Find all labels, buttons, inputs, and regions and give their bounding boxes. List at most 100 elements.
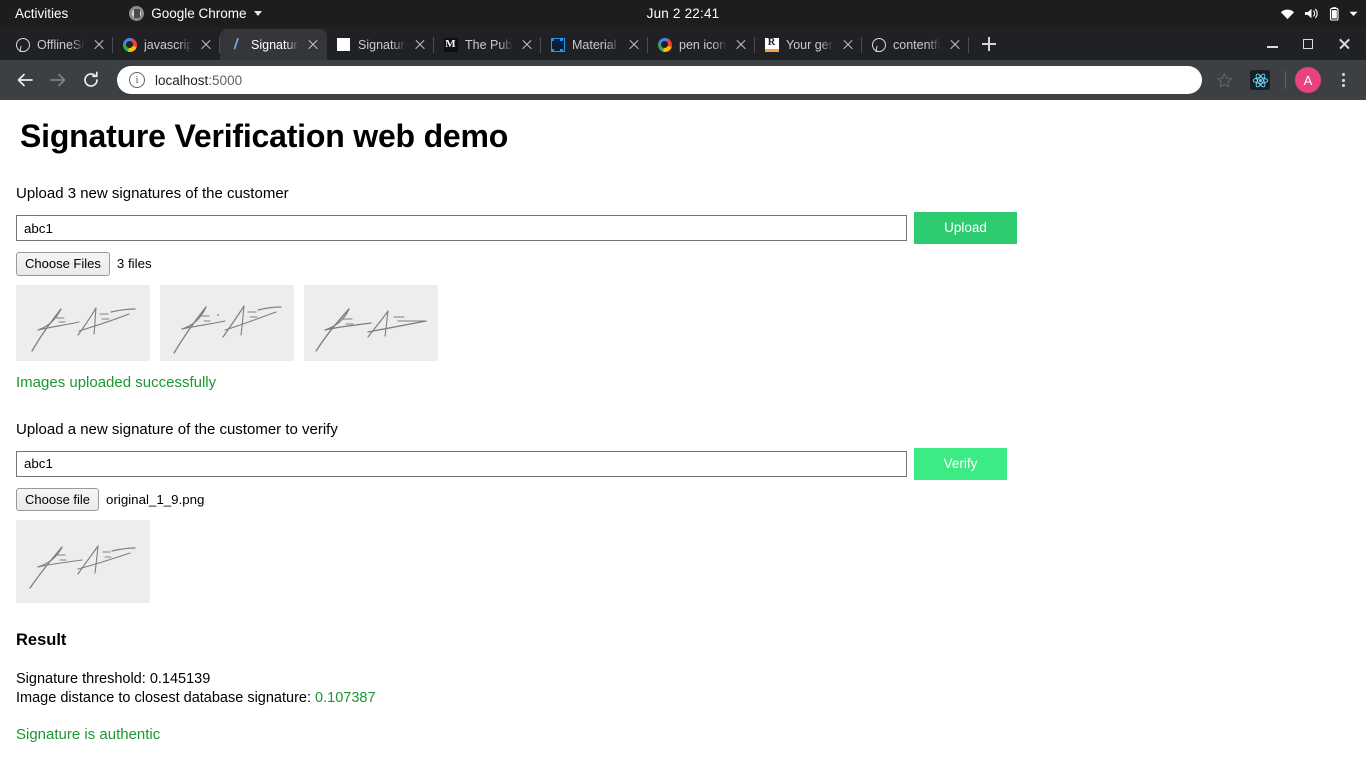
upload-section-label: Upload 3 new signatures of the customer	[16, 185, 289, 202]
url-text: localhost:5000	[155, 73, 242, 88]
tab-title: Your gene	[786, 37, 834, 52]
bookmark-button[interactable]	[1211, 67, 1237, 93]
google-icon	[122, 37, 137, 52]
close-icon[interactable]	[520, 38, 534, 52]
wifi-icon	[1280, 9, 1295, 20]
kebab-menu-icon[interactable]	[1330, 67, 1356, 93]
verdict-message: Signature is authentic	[16, 726, 161, 744]
info-circle-icon[interactable]: i	[129, 72, 145, 88]
toolbar-divider	[1285, 71, 1286, 89]
signature-image	[16, 520, 150, 604]
battery-icon	[1329, 6, 1339, 21]
upload-customer-input[interactable]	[16, 215, 907, 241]
signature-thumbnail[interactable]	[304, 284, 438, 361]
tab-title: Signature	[251, 37, 299, 52]
browser-tab-1[interactable]: OfflineSig	[6, 29, 113, 60]
verify-signature-thumbnail[interactable]	[16, 520, 150, 604]
r-brand-icon: R	[764, 37, 779, 52]
threshold-value: 0.145139	[149, 671, 211, 688]
choose-files-button[interactable]: Choose Files	[16, 252, 110, 276]
window-controls	[1254, 27, 1362, 60]
clock[interactable]: Jun 2 22:41	[647, 6, 720, 21]
signature-thumbnail[interactable]	[16, 284, 150, 361]
signature-image	[160, 284, 294, 361]
verify-file-row: Choose file original_1_9.png	[16, 487, 1350, 512]
slash-icon: /	[233, 36, 240, 53]
close-icon[interactable]	[413, 38, 427, 52]
upload-button[interactable]: Upload	[914, 212, 1017, 244]
close-icon[interactable]	[199, 38, 213, 52]
white-square-icon	[336, 37, 351, 52]
chevron-down-icon	[1349, 11, 1358, 16]
verify-thumbnail-wrap	[16, 520, 1350, 604]
google-icon	[657, 37, 672, 52]
close-icon[interactable]	[734, 38, 748, 52]
forward-button[interactable]	[43, 65, 73, 95]
close-icon[interactable]	[627, 38, 641, 52]
activities-button[interactable]: Activities	[9, 4, 74, 23]
verify-customer-input[interactable]	[16, 450, 907, 477]
browser-tab-3-active[interactable]: / Signature	[220, 29, 327, 60]
tab-title: javascript	[144, 37, 192, 52]
desktop-top-bar: Activities Google Chrome Jun 2 22:41	[0, 0, 1366, 27]
browser-tab-2[interactable]: javascript	[113, 29, 220, 60]
verify-file-name: original_1_9.png	[106, 491, 205, 507]
maximize-button[interactable]	[1290, 27, 1326, 60]
signature-thumbnail[interactable]	[160, 284, 294, 361]
material-design-icon	[550, 37, 565, 52]
tab-list: OfflineSig javascript / Signature Signat…	[0, 27, 1003, 60]
signature-image	[304, 284, 438, 361]
upload-input-row: Upload	[16, 212, 1350, 244]
tab-title: Signature	[358, 37, 406, 52]
back-arrow-icon	[17, 73, 33, 87]
browser-tab-6[interactable]: Material D	[541, 29, 648, 60]
minimize-button[interactable]	[1254, 27, 1290, 60]
verify-button[interactable]: Verify	[914, 447, 1007, 480]
distance-value: 0.107387	[315, 689, 376, 706]
upload-file-status: 3 files	[116, 256, 152, 272]
back-button[interactable]	[10, 65, 40, 95]
verify-section-label: Upload a new signature of the customer t…	[16, 420, 338, 438]
github-icon	[871, 37, 886, 52]
page-content: Signature Verification web demo Upload 3…	[0, 100, 1366, 768]
close-icon[interactable]	[92, 38, 106, 52]
close-icon[interactable]	[948, 38, 962, 52]
app-menu-chrome[interactable]: Google Chrome	[129, 6, 262, 21]
url-port: :5000	[208, 72, 243, 88]
upload-success-message: Images uploaded successfully	[16, 373, 217, 391]
browser-tab-7[interactable]: pen icon s	[648, 29, 755, 60]
threshold-line: Signature threshold: 0.145139	[16, 670, 1350, 689]
reload-icon	[84, 71, 98, 87]
close-window-button[interactable]	[1326, 27, 1362, 60]
github-icon	[15, 37, 30, 52]
avatar[interactable]: A	[1295, 67, 1321, 93]
browser-tab-9[interactable]: contentfu	[862, 29, 969, 60]
close-icon[interactable]	[841, 38, 855, 52]
distance-line: Image distance to closest database signa…	[16, 689, 1350, 708]
verify-input-row: Verify	[16, 447, 1350, 480]
address-bar[interactable]: i localhost:5000	[117, 66, 1202, 94]
star-icon	[1216, 72, 1232, 87]
browser-tab-5[interactable]: M The Public	[434, 29, 541, 60]
result-details: Signature threshold: 0.145139 Image dist…	[16, 670, 1350, 707]
signature-image	[16, 284, 150, 361]
result-heading: Result	[16, 631, 67, 650]
choose-file-button[interactable]: Choose file	[16, 487, 100, 512]
reload-button[interactable]	[76, 65, 106, 95]
tab-title: pen icon s	[679, 37, 727, 52]
browser-tab-8[interactable]: R Your gene	[755, 29, 862, 60]
chevron-down-icon	[253, 11, 262, 16]
tab-title: The Public	[465, 37, 513, 52]
url-host: localhost	[155, 72, 209, 88]
page-title: Signature Verification web demo	[20, 118, 509, 154]
browser-tab-4[interactable]: Signature	[327, 29, 434, 60]
react-devtools-icon[interactable]	[1250, 70, 1270, 90]
chrome-icon	[129, 6, 145, 21]
volume-icon	[1304, 8, 1318, 19]
uploaded-signature-thumbnails	[16, 284, 1350, 361]
new-tab-button[interactable]	[975, 30, 1003, 58]
tab-title: contentfu	[893, 37, 941, 52]
upload-file-row: Choose Files 3 files	[16, 252, 1350, 276]
system-status-area[interactable]	[1280, 6, 1358, 21]
close-icon[interactable]	[306, 38, 320, 52]
